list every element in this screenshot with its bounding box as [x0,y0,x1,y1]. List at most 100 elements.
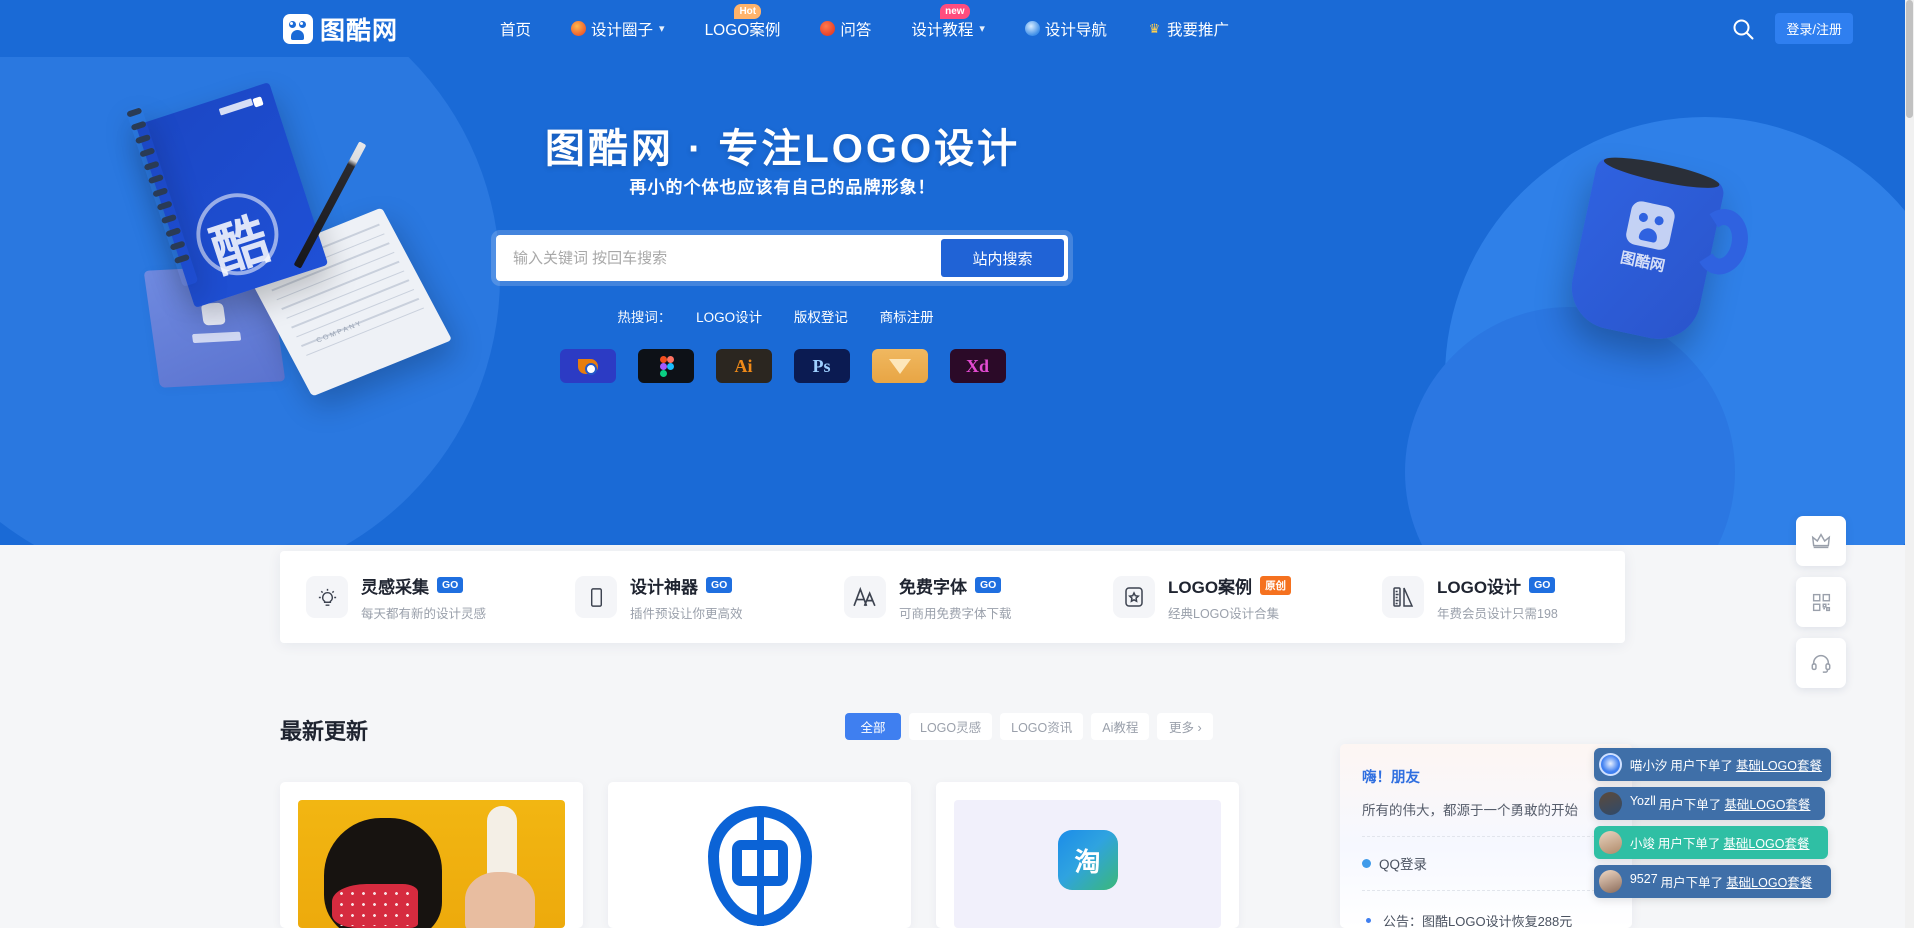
user-side-panel: 嗨！朋友 所有的伟大，都源于一个勇敢的开始 QQ登录 公告：图酷LOGO设计恢复… [1340,744,1632,928]
software-photoshop-button[interactable]: Ps [793,349,850,383]
content-card[interactable]: 淘 [936,782,1239,928]
scrollbar-thumb[interactable] [1906,0,1913,118]
software-sketch-button[interactable] [871,349,928,383]
tab-ai-tutorials[interactable]: Ai教程 [1091,713,1150,740]
software-blender-button[interactable] [559,349,616,383]
qq-icon [1362,858,1371,868]
tab-all[interactable]: 全部 [845,713,901,740]
logo-text: 图酷网 [320,16,399,45]
feature-name: 免费字体 [899,577,967,597]
hot-keyword-link[interactable]: 版权登记 [794,310,848,325]
plugin-icon [575,576,617,618]
feature-cards-bar: 灵感采集 GO 每天都有新的设计灵感 设计神器 GO 插件预设让你更高效 免费字… [280,551,1625,643]
card-thumbnail-emblem-logo [626,800,893,928]
avatar [1598,753,1622,776]
order-toast[interactable]: 9527 用户下单了 基础LOGO套餐 [1593,865,1831,898]
crown-icon [1811,533,1831,549]
content-card-grid: 淘 [280,782,1239,928]
toast-user: 喵小汐 [1629,759,1668,773]
hot-keyword-link[interactable]: LOGO设计 [696,310,762,325]
feature-card-inspiration[interactable]: 灵感采集 GO 每天都有新的设计灵感 [280,573,549,622]
chevron-down-icon: ▾ [659,23,665,35]
header-search-button[interactable] [1731,17,1755,41]
qq-login-label: QQ登录 [1379,857,1428,872]
feature-badge: 原创 [1260,575,1292,595]
order-toast[interactable]: 喵小汐 用户下单了 基础LOGO套餐 [1593,748,1831,781]
login-register-button[interactable]: 登录/注册 [1775,13,1853,44]
feature-desc: 经典LOGO设计合集 [1168,606,1280,621]
float-button-vip[interactable] [1796,516,1846,566]
tab-logo-news[interactable]: LOGO资讯 [1000,713,1084,740]
software-xd-button[interactable]: Xd [949,349,1006,383]
tab-logo-inspiration[interactable]: LOGO灵感 [909,713,993,740]
hot-keywords: 热搜词： LOGO设计 版权登记 商标注册 [0,306,1565,326]
feature-badge: GO [1529,577,1556,593]
feature-name: 设计神器 [630,577,698,597]
site-header: 图酷网 首页 设计圈子 ▾ Hot LOGO案例 问答 new 设计教程 ▾ 设… [0,0,1905,57]
nav-badge-hot: Hot [734,4,762,19]
nav-label: LOGO案例 [704,21,781,39]
feature-card-logo-design[interactable]: LOGO设计 GO 年费会员设计只需198 [1356,573,1625,622]
mug-logo-text: 图酷网 [1618,249,1667,276]
compass-icon [1024,21,1040,36]
crown-icon: ♛ [1148,21,1161,36]
toast-action: 用户下单了 [1660,876,1724,890]
nav-item-logo-cases[interactable]: Hot LOGO案例 [685,0,801,57]
site-logo[interactable]: 图酷网 [283,11,398,47]
nav-item-promote[interactable]: ♛ 我要推广 [1127,0,1249,57]
panel-greeting: 嗨！朋友 [1362,770,1420,786]
qrcode-icon [1812,593,1830,611]
content-filter-tabs: 全部 LOGO灵感 LOGO资讯 Ai教程 更多 › [845,713,1214,740]
hot-keywords-label: 热搜词： [617,310,672,325]
nav-item-qa[interactable]: 问答 [800,0,891,57]
nav-item-design-nav[interactable]: 设计导航 [1005,0,1127,57]
branded-mug-mockup: 图酷网 [1563,151,1754,347]
order-toast-stack: 喵小汐 用户下单了 基础LOGO套餐 Yozll 用户下单了 基础LOGO套餐 … [1593,748,1914,904]
toast-product[interactable]: 基础LOGO套餐 [1736,755,1822,774]
nav-item-design-circle[interactable]: 设计圈子 ▾ [551,0,685,57]
nav-item-home[interactable]: 首页 [480,0,551,57]
content-card[interactable] [608,782,911,928]
toast-product[interactable]: 基础LOGO套餐 [1724,794,1810,813]
chevron-down-icon: ▾ [979,23,985,35]
announcement-text: 公告：图酷LOGO设计恢复288元 [1383,914,1573,928]
toast-product[interactable]: 基础LOGO套餐 [1726,872,1812,891]
feature-card-fonts[interactable]: 免费字体 GO 可商用免费字体下载 [818,573,1087,622]
feature-badge: GO [706,577,733,593]
order-toast[interactable]: Yozll 用户下单了 基础LOGO套餐 [1593,787,1825,820]
hero-banner: COMPANY 图酷网 图酷网 · 专注LOGO设计 再小的个体也应该有自己的品… [0,57,1905,545]
avatar [1598,792,1622,815]
software-illustrator-button[interactable]: Ai [715,349,772,383]
order-toast[interactable]: 小竣 用户下单了 基础LOGO套餐 [1593,826,1828,859]
software-shortcuts: Ai Ps Xd [0,349,1565,383]
font-icon [844,576,886,618]
qq-login-button[interactable]: QQ登录 [1362,853,1610,873]
nav-label: 设计导航 [1044,21,1107,39]
nav-label: 设计教程 [911,21,974,39]
logo-mark-icon [283,13,313,44]
search-input[interactable] [496,235,941,281]
feature-desc: 年费会员设计只需198 [1437,606,1558,621]
hero-title: 图酷网 · 专注LOGO设计 [544,127,1021,171]
page-scrollbar[interactable] [1905,0,1914,928]
software-figma-button[interactable] [637,349,694,383]
card-thumbnail-app-icon: 淘 [954,800,1221,928]
feature-badge: GO [975,577,1002,593]
question-icon [820,21,836,36]
announcement-item[interactable]: 公告：图酷LOGO设计恢复288元 [1362,911,1610,928]
tab-more[interactable]: 更多 › [1157,713,1214,740]
floating-action-bar [1796,516,1846,688]
toast-user: 小竣 [1629,837,1655,851]
site-search-button[interactable]: 站内搜索 [941,239,1064,277]
hot-keyword-link[interactable]: 商标注册 [880,310,934,325]
float-button-support[interactable] [1796,638,1846,688]
feature-name: LOGO案例 [1168,577,1253,597]
toast-product[interactable]: 基础LOGO套餐 [1723,833,1809,852]
feature-card-logo-cases[interactable]: LOGO案例 原创 经典LOGO设计合集 [1087,573,1356,622]
nav-item-tutorials[interactable]: new 设计教程 ▾ [891,0,1005,57]
search-icon [1733,19,1754,39]
feature-card-plugins[interactable]: 设计神器 GO 插件预设让你更高效 [549,573,818,622]
content-card[interactable] [280,782,583,928]
panel-divider [1362,836,1610,837]
float-button-qrcode[interactable] [1796,577,1846,627]
